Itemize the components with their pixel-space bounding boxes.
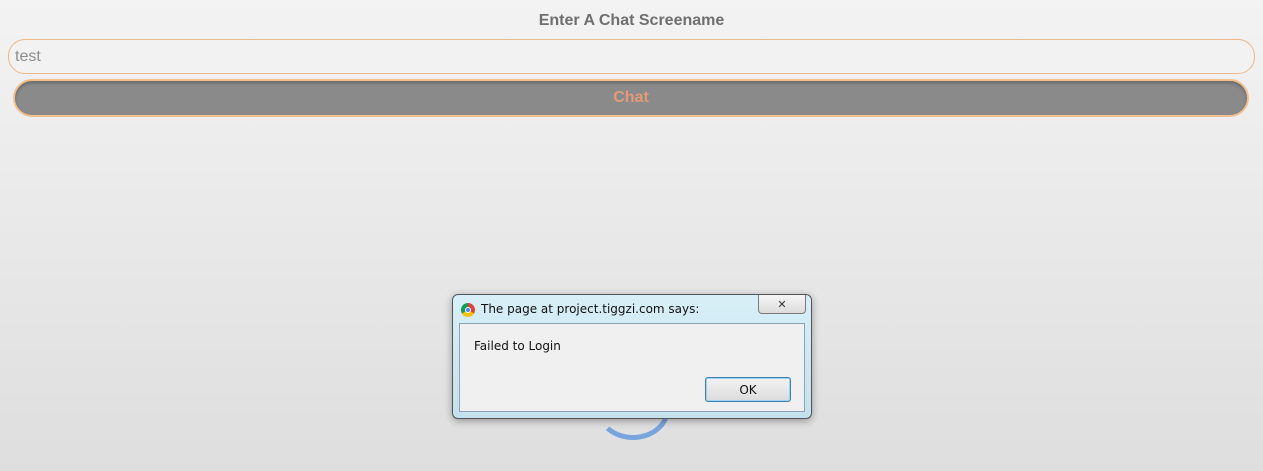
close-icon: ✕ (777, 297, 787, 311)
dialog-titlebar[interactable]: The page at project.tiggzi.com says: ✕ (453, 295, 811, 323)
alert-dialog: The page at project.tiggzi.com says: ✕ F… (452, 294, 812, 419)
screenname-input[interactable] (8, 39, 1255, 74)
chat-button[interactable]: Chat (13, 79, 1249, 117)
chrome-icon (461, 303, 475, 317)
page-heading: Enter A Chat Screename (538, 12, 725, 29)
dialog-title: The page at project.tiggzi.com says: (481, 302, 700, 316)
close-button[interactable]: ✕ (758, 295, 806, 314)
dialog-body: Failed to Login OK (459, 323, 805, 412)
ok-button[interactable]: OK (705, 377, 791, 402)
dialog-message: Failed to Login (474, 339, 561, 353)
